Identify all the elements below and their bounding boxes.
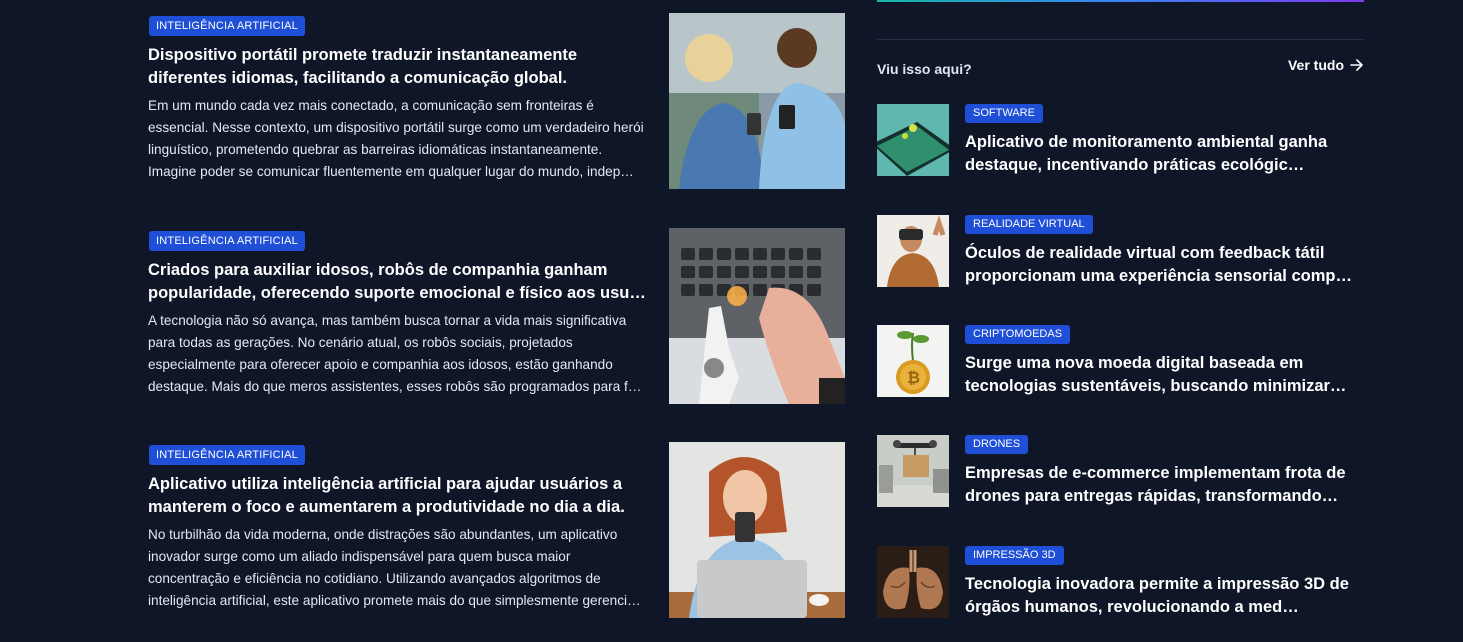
sidebar-item[interactable]: IMPRESSÃO 3D Tecnologia inovadora permit… [877, 546, 1364, 618]
sidebar-thumbnail[interactable] [877, 104, 949, 176]
sidebar-thumbnail[interactable]: ₿ [877, 325, 949, 397]
article-thumbnail[interactable] [669, 442, 845, 618]
sidebar-item-title[interactable]: Aplicativo de monitoramento ambiental ga… [965, 131, 1360, 177]
sidebar-item-title[interactable]: Surge uma nova moeda digital baseada em … [965, 352, 1360, 398]
sidebar-item-title[interactable]: Óculos de realidade virtual com feedback… [965, 242, 1360, 288]
sidebar-thumbnail[interactable] [877, 435, 949, 507]
category-badge[interactable]: INTELIGÊNCIA ARTIFICIAL [149, 16, 305, 36]
category-badge[interactable]: REALIDADE VIRTUAL [965, 215, 1093, 234]
category-badge[interactable]: DRONES [965, 435, 1029, 454]
see-all-link[interactable]: Ver tudo [1288, 57, 1364, 73]
article-thumbnail[interactable] [669, 228, 845, 404]
sidebar-item[interactable]: ₿ CRIPTOMOEDAS Surge uma nova moeda digi… [877, 325, 1364, 397]
category-badge[interactable]: INTELIGÊNCIA ARTIFICIAL [149, 445, 305, 465]
section-title: Viu isso aqui? [877, 61, 972, 77]
sidebar-item[interactable]: SOFTWARE Aplicativo de monitoramento amb… [877, 104, 1364, 176]
arrow-right-icon [1350, 58, 1364, 72]
sidebar-item-title[interactable]: Empresas de e-commerce implementam frota… [965, 462, 1360, 508]
article-thumbnail[interactable] [669, 13, 845, 189]
article-title[interactable]: Criados para auxiliar idosos, robôs de c… [148, 259, 648, 305]
article-card[interactable]: INTELIGÊNCIA ARTIFICIAL Criados para aux… [148, 228, 848, 411]
divider [877, 39, 1364, 40]
article-excerpt: No turbilhão da vida moderna, onde distr… [148, 527, 641, 608]
sidebar-item[interactable]: REALIDADE VIRTUAL Óculos de realidade vi… [877, 215, 1364, 287]
article-excerpt: Em um mundo cada vez mais conectado, a c… [148, 98, 644, 179]
article-excerpt: A tecnologia não só avança, mas também b… [148, 313, 642, 394]
article-title[interactable]: Dispositivo portátil promete traduzir in… [148, 44, 648, 90]
category-badge[interactable]: IMPRESSÃO 3D [965, 546, 1064, 565]
sidebar-item[interactable]: DRONES Empresas de e-commerce implementa… [877, 435, 1364, 507]
svg-text:₿: ₿ [907, 368, 920, 387]
category-badge[interactable]: INTELIGÊNCIA ARTIFICIAL [149, 231, 305, 251]
category-badge[interactable]: CRIPTOMOEDAS [965, 325, 1071, 344]
article-card[interactable]: INTELIGÊNCIA ARTIFICIAL Aplicativo utili… [148, 442, 848, 625]
article-title[interactable]: Aplicativo utiliza inteligência artifici… [148, 473, 648, 519]
accent-line [877, 0, 1364, 2]
article-card[interactable]: INTELIGÊNCIA ARTIFICIAL Dispositivo port… [148, 13, 848, 196]
see-all-label: Ver tudo [1287, 57, 1344, 73]
sidebar-item-title[interactable]: Tecnologia inovadora permite a impressão… [965, 573, 1360, 619]
category-badge[interactable]: SOFTWARE [965, 104, 1043, 123]
sidebar-thumbnail[interactable] [877, 546, 949, 618]
sidebar-thumbnail[interactable] [877, 215, 949, 287]
